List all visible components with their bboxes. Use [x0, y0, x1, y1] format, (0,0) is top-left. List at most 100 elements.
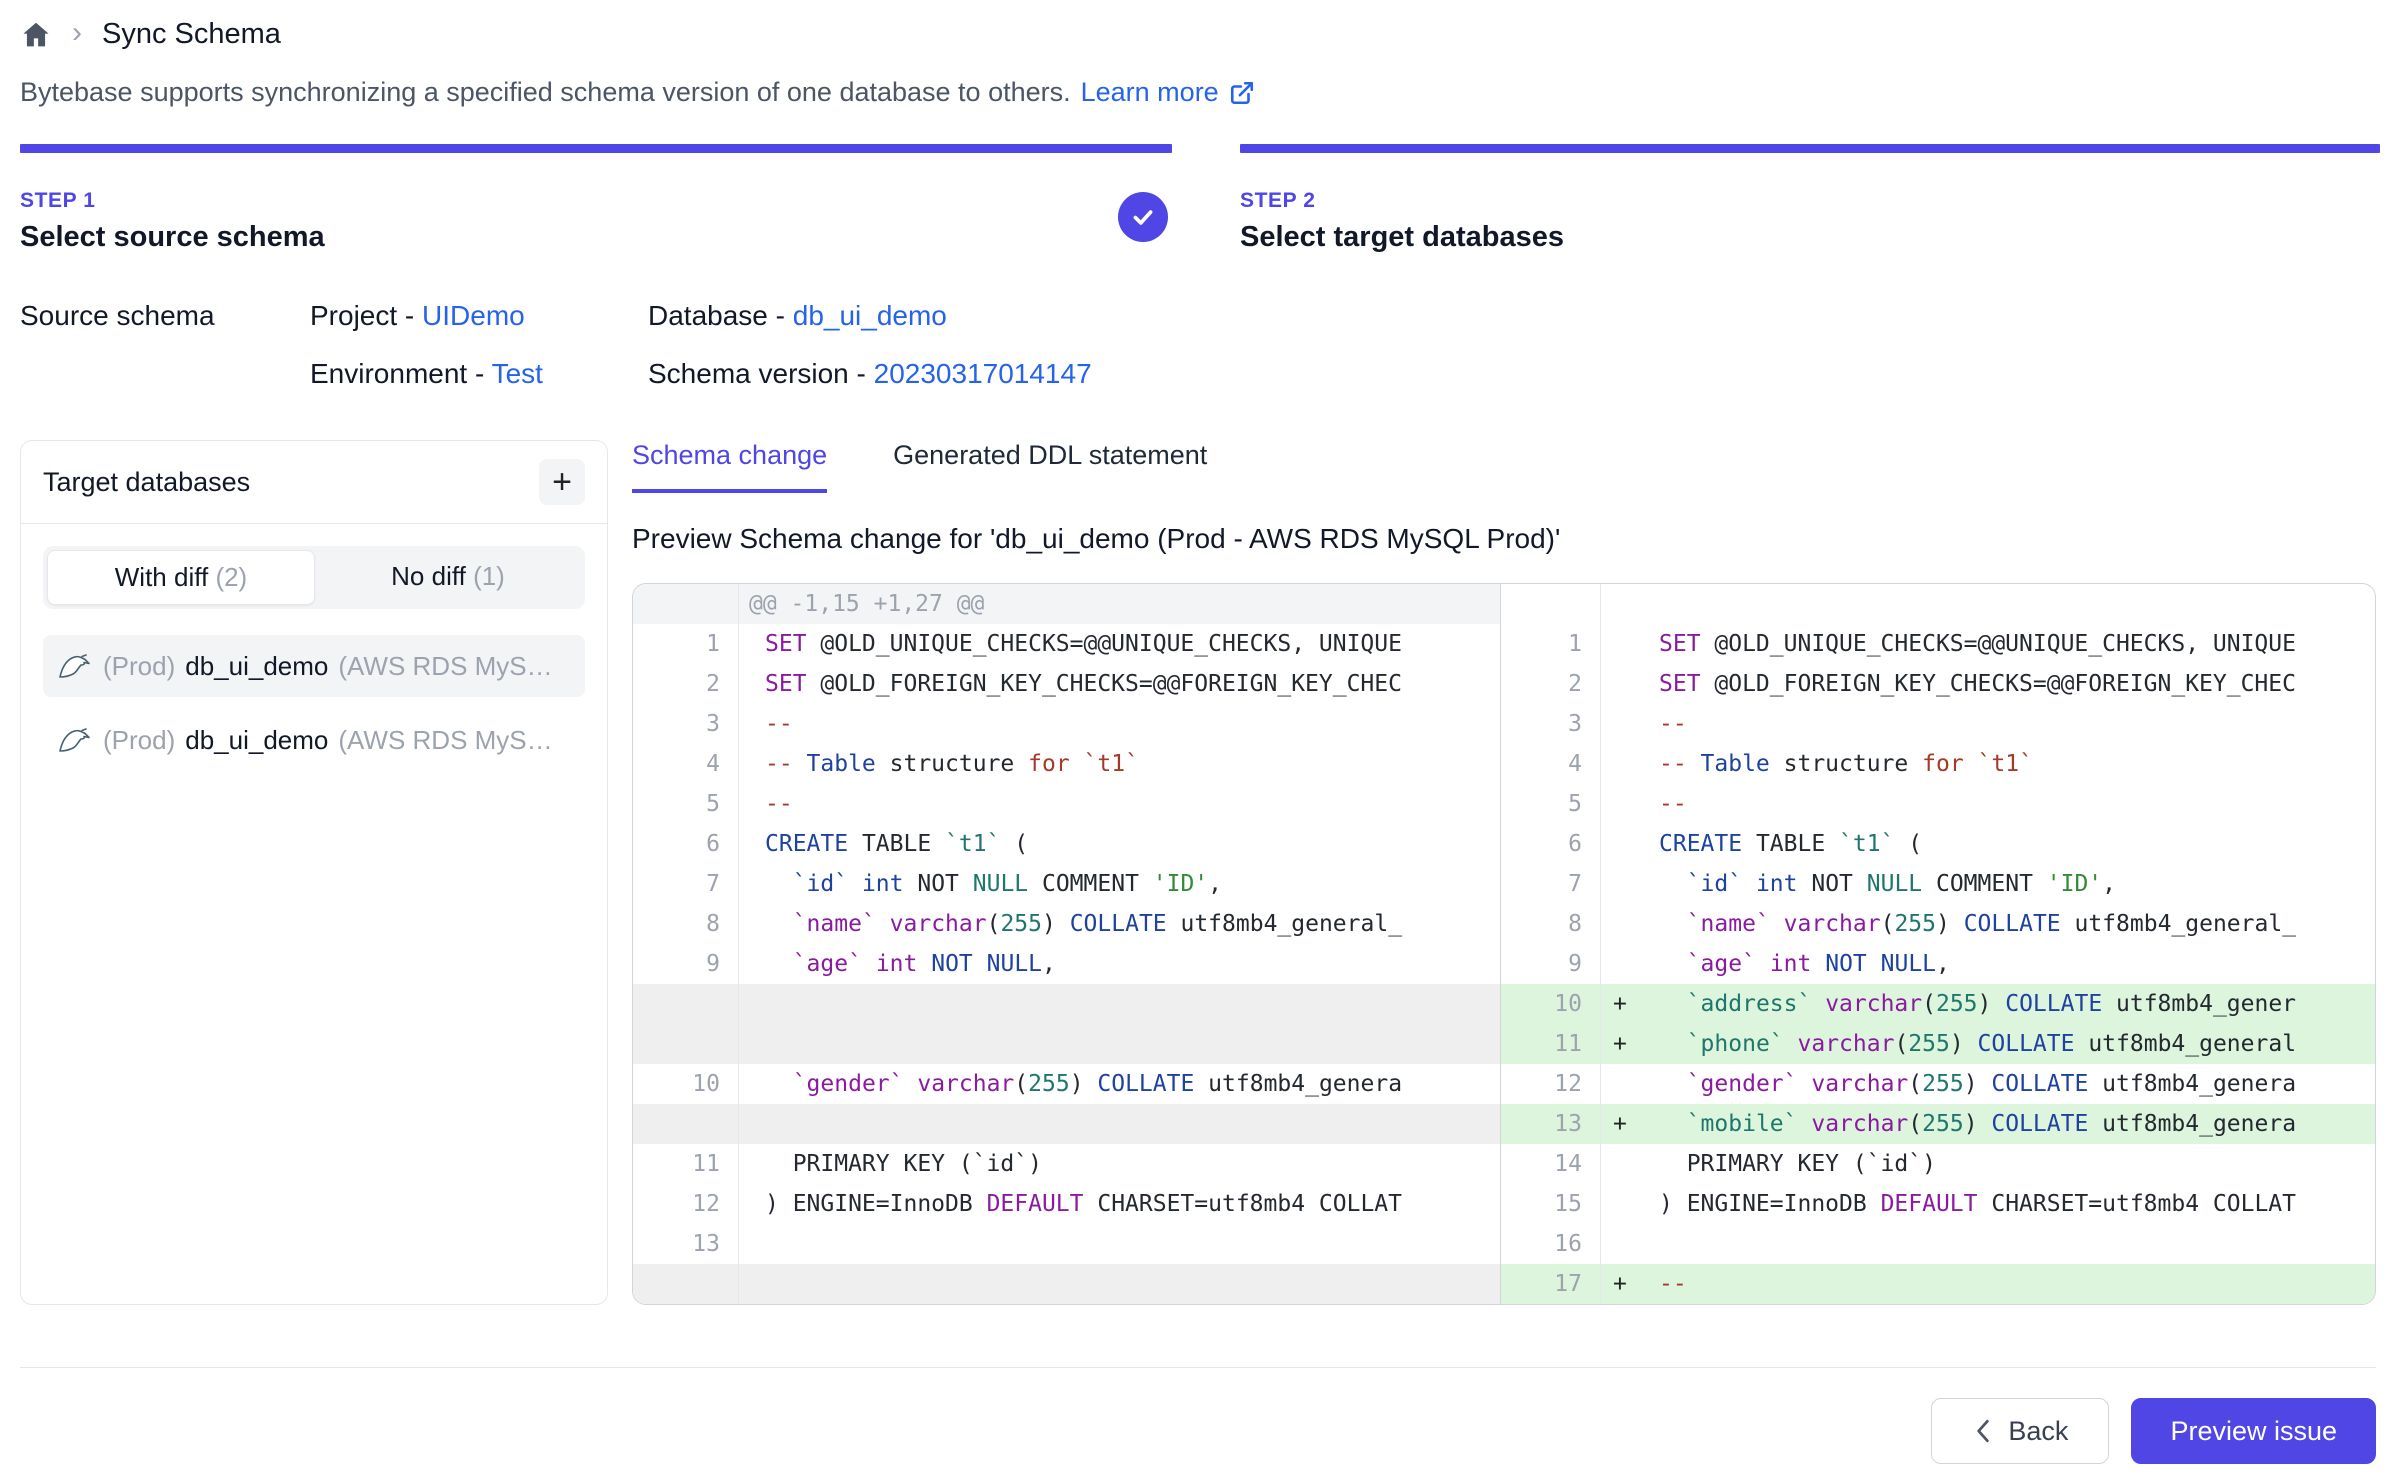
line-number: 15 — [1501, 1184, 1601, 1224]
field-value-link[interactable]: db_ui_demo — [793, 300, 947, 331]
field-value-link[interactable]: UIDemo — [422, 300, 525, 331]
diff-code-line: 2SET @OLD_FOREIGN_KEY_CHECKS=@@FOREIGN_K… — [633, 664, 1500, 704]
diff-marker — [1601, 824, 1647, 864]
diff-code-line: 7 `id` int NOT NULL COMMENT 'ID', — [1501, 864, 2375, 904]
step-1: STEP 1 Select source schema — [20, 144, 1172, 254]
diff-code-line: 3 -- — [1501, 704, 2375, 744]
diff-code-line: 1SET @OLD_UNIQUE_CHECKS=@@UNIQUE_CHECKS,… — [633, 624, 1500, 664]
line-number: 3 — [633, 704, 739, 744]
step-1-completed-check-icon — [1118, 192, 1168, 242]
diff-blank-row — [1501, 584, 2375, 624]
field-name: Project - — [310, 300, 422, 331]
diff-code-line: 4-- Table structure for `t1` — [633, 744, 1500, 784]
diff-filler-row — [633, 1104, 1500, 1144]
diff-filter-tabs: With diff (2) No diff (1) — [43, 546, 585, 609]
preview-issue-button[interactable]: Preview issue — [2131, 1398, 2376, 1464]
line-number: 16 — [1501, 1224, 1601, 1264]
code-line: SET @OLD_UNIQUE_CHECKS=@@UNIQUE_CHECKS, … — [739, 624, 1500, 664]
plus-icon: + — [552, 465, 572, 499]
home-icon[interactable] — [20, 19, 52, 51]
line-number: 2 — [633, 664, 739, 704]
line-number: 10 — [1501, 984, 1601, 1024]
breadcrumb-separator-icon: › — [72, 18, 82, 48]
diff-marker: + — [1601, 1024, 1647, 1064]
diff-code-line: 13 — [633, 1224, 1500, 1264]
mysql-icon — [57, 725, 93, 755]
diff-marker — [1601, 1224, 1647, 1264]
line-number: 9 — [1501, 944, 1601, 984]
source-schema-fields: Project - UIDemoDatabase - db_ui_demoEnv… — [310, 300, 1092, 390]
db-name: db_ui_demo — [185, 651, 328, 682]
diff-marker — [1601, 704, 1647, 744]
diff-code-line: 4 -- Table structure for `t1` — [1501, 744, 2375, 784]
tab-schema-change[interactable]: Schema change — [632, 440, 827, 493]
tab-generated-ddl[interactable]: Generated DDL statement — [893, 440, 1207, 493]
preview-tabs: Schema change Generated DDL statement — [632, 440, 2376, 493]
learn-more-label: Learn more — [1081, 77, 1219, 108]
diff-marker — [1601, 864, 1647, 904]
description-text: Bytebase supports synchronizing a specif… — [20, 77, 1071, 108]
diff-marker: + — [1601, 1264, 1647, 1304]
target-databases-body: With diff (2) No diff (1) (Prod)db_ui_de… — [21, 524, 607, 793]
diff-marker: + — [1601, 984, 1647, 1024]
code-line: ) ENGINE=InnoDB DEFAULT CHARSET=utf8mb4 … — [1647, 1184, 2375, 1224]
line-number: 3 — [1501, 704, 1601, 744]
code-line: `age` int NOT NULL, — [739, 944, 1500, 984]
tab-no-diff[interactable]: No diff (1) — [315, 550, 581, 605]
diff-code-line: 6CREATE TABLE `t1` ( — [1501, 824, 2375, 864]
back-button[interactable]: Back — [1931, 1398, 2109, 1464]
diff-code-line: 14 PRIMARY KEY (`id`) — [1501, 1144, 2375, 1184]
code-line: -- — [739, 784, 1500, 824]
line-number: 12 — [1501, 1064, 1601, 1104]
diff-code-line: 5-- — [1501, 784, 2375, 824]
field-value-link[interactable]: 20230317014147 — [874, 358, 1092, 389]
diff-code-line: 7 `id` int NOT NULL COMMENT 'ID', — [633, 864, 1500, 904]
target-databases-panel: Target databases + With diff (2) No diff… — [20, 440, 608, 1305]
diff-marker — [1601, 904, 1647, 944]
diff-marker — [1601, 664, 1647, 704]
footer-divider — [20, 1367, 2376, 1368]
main-area: Target databases + With diff (2) No diff… — [20, 440, 2376, 1305]
preview-title: Preview Schema change for 'db_ui_demo (P… — [632, 523, 2376, 555]
diff-marker: + — [1601, 1104, 1647, 1144]
code-line: PRIMARY KEY (`id`) — [1647, 1144, 2375, 1184]
diff-marker — [1601, 1064, 1647, 1104]
code-line: -- Table structure for `t1` — [739, 744, 1500, 784]
database-list-item[interactable]: (Prod)db_ui_demo(AWS RDS MySQL Prod) — [43, 635, 585, 697]
tab-with-diff[interactable]: With diff (2) — [47, 550, 315, 605]
code-line: -- — [1647, 704, 2375, 744]
step-2: STEP 2 Select target databases — [1240, 144, 2380, 254]
preview-column: Schema change Generated DDL statement Pr… — [632, 440, 2376, 1305]
target-databases-header: Target databases + — [21, 441, 607, 524]
line-number — [1501, 584, 1601, 624]
learn-more-link[interactable]: Learn more — [1081, 77, 1255, 108]
add-target-database-button[interactable]: + — [539, 459, 585, 505]
db-environment: (Prod) — [103, 725, 175, 756]
stepper: STEP 1 Select source schema STEP 2 Selec… — [20, 144, 2376, 254]
source-schema-field: Schema version - 20230317014147 — [648, 358, 1092, 390]
footer-actions: Back Preview issue — [20, 1398, 2376, 1464]
code-line: SET @OLD_FOREIGN_KEY_CHECKS=@@FOREIGN_KE… — [1647, 664, 2375, 704]
line-number — [633, 1104, 739, 1144]
diff-code-line: 11 PRIMARY KEY (`id`) — [633, 1144, 1500, 1184]
code-line: SET @OLD_UNIQUE_CHECKS=@@UNIQUE_CHECKS, … — [1647, 624, 2375, 664]
database-list-item[interactable]: (Prod)db_ui_demo(AWS RDS MySQL Prod) — [43, 709, 585, 771]
tab-no-diff-label: No diff — [391, 561, 473, 591]
field-value-link[interactable]: Test — [492, 358, 543, 389]
line-number: 9 — [633, 944, 739, 984]
code-line: CREATE TABLE `t1` ( — [1647, 824, 2375, 864]
line-number: 5 — [633, 784, 739, 824]
schema-diff-view: @@ -1,15 +1,27 @@1SET @OLD_UNIQUE_CHECKS… — [632, 583, 2376, 1305]
line-number: 10 — [633, 1064, 739, 1104]
diff-added-line: 13+ `mobile` varchar(255) COLLATE utf8mb… — [1501, 1104, 2375, 1144]
code-line: -- Table structure for `t1` — [1647, 744, 2375, 784]
source-schema-label: Source schema — [20, 300, 310, 390]
line-number: 4 — [1501, 744, 1601, 784]
line-number: 8 — [633, 904, 739, 944]
diff-marker — [1601, 744, 1647, 784]
sync-schema-page: › Sync Schema Bytebase supports synchron… — [0, 0, 2396, 1464]
line-number: 13 — [633, 1224, 739, 1264]
line-number: 5 — [1501, 784, 1601, 824]
step-2-progress-bar — [1240, 144, 2380, 153]
line-number: 11 — [1501, 1024, 1601, 1064]
